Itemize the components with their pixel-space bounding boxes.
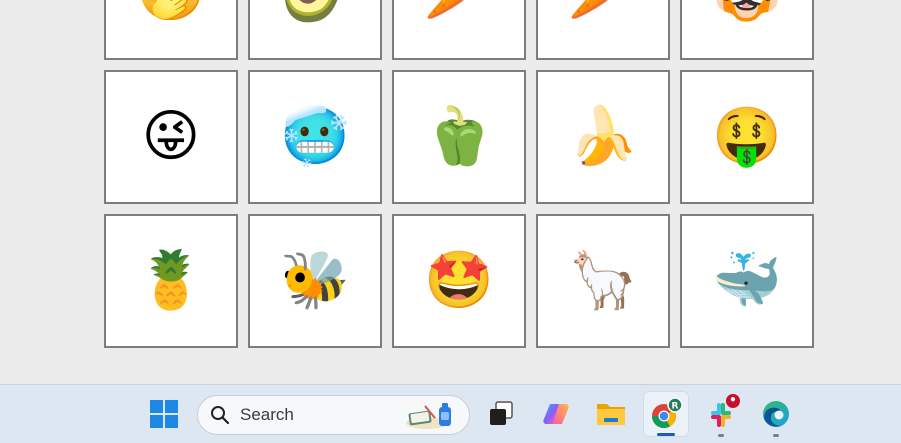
search-highlight-icon (406, 403, 451, 429)
emoji: 🤩 (424, 248, 494, 313)
emoji-tile[interactable]: 🦙 (536, 214, 670, 348)
emoji-grid: 🤭 🥑 🥕 🥕 🐯 😜 🥶 🫑 🍌 🤑 🍍 🐝 🤩 🦙 🐳 (104, 0, 814, 348)
task-view-button[interactable] (478, 391, 524, 437)
emoji: 🥶 (280, 104, 350, 169)
emoji: 🦙 (568, 248, 638, 313)
search-box[interactable]: Search (197, 395, 470, 435)
emoji-tile[interactable]: 🫑 (392, 70, 526, 204)
copilot-button[interactable] (533, 391, 579, 437)
copilot-icon (543, 404, 569, 424)
emoji-tile[interactable]: 🐯 (680, 0, 814, 60)
emoji: 🐝 (280, 248, 350, 313)
emoji-tile[interactable]: 🍍 (104, 214, 238, 348)
emoji-tile[interactable]: 🍌 (536, 70, 670, 204)
search-icon (211, 406, 230, 425)
edge-button[interactable] (753, 391, 799, 437)
emoji: 🍌 (568, 104, 638, 169)
emoji-tile[interactable]: 🥑 (248, 0, 382, 60)
emoji: 🥕 (568, 0, 638, 21)
active-app-indicator (657, 433, 675, 436)
emoji-tile[interactable]: 🤑 (680, 70, 814, 204)
start-button[interactable] (141, 391, 187, 437)
search-label: Search (240, 405, 294, 424)
chrome-button[interactable]: R (643, 391, 689, 437)
notification-badge: • (726, 394, 740, 408)
emoji-tile[interactable]: 😜 (104, 70, 238, 204)
emoji-tile[interactable]: 🥶 (248, 70, 382, 204)
emoji: 🫑 (424, 104, 494, 169)
emoji-tile[interactable]: 🐳 (680, 214, 814, 348)
taskbar: Search R • (0, 384, 901, 443)
emoji-tile[interactable]: 🐝 (248, 214, 382, 348)
emoji: 🤭 (136, 0, 206, 21)
running-app-indicator (718, 434, 724, 437)
emoji: 🐯 (712, 0, 782, 21)
task-view-icon (490, 401, 513, 425)
emoji-tile[interactable]: 🥕 (392, 0, 526, 60)
chrome-profile-initial: R (672, 402, 679, 412)
file-explorer-icon (597, 404, 625, 425)
edge-icon (763, 401, 789, 427)
emoji: 🐳 (712, 248, 782, 313)
slack-button[interactable]: • (698, 391, 744, 437)
start-icon (150, 400, 178, 428)
emoji-tile[interactable]: 🤩 (392, 214, 526, 348)
emoji-tile[interactable]: 🤭 (104, 0, 238, 60)
emoji: 🤑 (712, 104, 782, 169)
emoji-tile[interactable]: 🥕 (536, 0, 670, 60)
emoji: 🥑 (280, 0, 350, 21)
chrome-icon: R (652, 397, 683, 429)
running-app-indicator (773, 434, 779, 437)
emoji: 🥕 (424, 0, 494, 21)
file-explorer-button[interactable] (588, 391, 634, 437)
emoji: 😜 (141, 104, 201, 169)
emoji: 🍍 (136, 248, 206, 313)
